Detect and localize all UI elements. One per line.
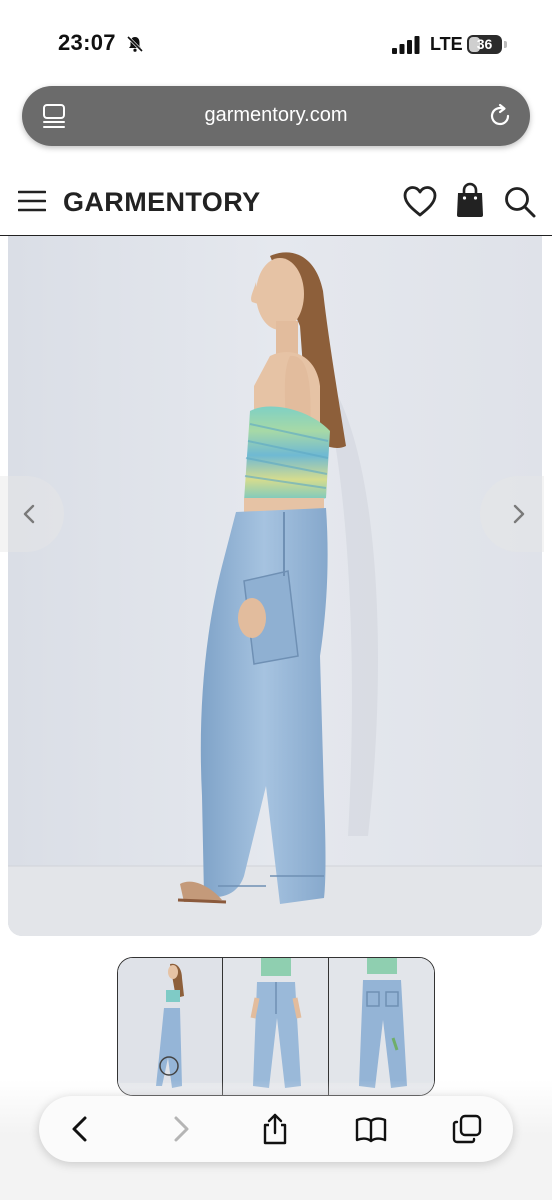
battery-cap — [504, 41, 507, 48]
product-image[interactable] — [8, 236, 542, 936]
thumbnail-3[interactable] — [328, 958, 434, 1095]
chevron-left-icon — [23, 504, 35, 524]
page: 23:07 LTE 36 garmentory.com GARMENTORY — [0, 0, 552, 1200]
site-header: GARMENTORY — [0, 170, 552, 236]
address-bar[interactable]: garmentory.com — [22, 86, 530, 146]
menu-icon[interactable] — [18, 188, 46, 214]
thumbnail-1-image — [118, 958, 223, 1095]
url-text[interactable]: garmentory.com — [22, 104, 530, 127]
thumbnail-2[interactable] — [223, 958, 329, 1095]
product-photo — [8, 236, 542, 936]
signal-icon — [392, 36, 420, 54]
network-label: LTE — [430, 34, 463, 54]
bookmarks-icon[interactable] — [355, 1113, 387, 1145]
thumbnail-strip — [117, 957, 435, 1096]
status-bar: 23:07 LTE 36 — [0, 0, 552, 80]
battery-indicator: 36 — [467, 35, 507, 55]
bag-icon[interactable] — [455, 182, 485, 218]
thumbnail-1[interactable] — [118, 958, 224, 1095]
heart-icon[interactable] — [402, 184, 438, 218]
forward-icon[interactable] — [164, 1113, 196, 1145]
search-icon[interactable] — [503, 185, 537, 219]
bell-muted-icon — [126, 35, 144, 53]
browser-toolbar — [39, 1096, 513, 1162]
chevron-right-icon — [513, 504, 525, 524]
thumbnail-2-image — [223, 958, 328, 1095]
battery-level: 36 — [476, 36, 493, 52]
tabs-icon[interactable] — [451, 1113, 483, 1145]
brand-logo[interactable]: GARMENTORY — [63, 187, 261, 218]
share-icon[interactable] — [259, 1113, 291, 1145]
reload-icon[interactable] — [487, 103, 513, 129]
back-icon[interactable] — [65, 1113, 97, 1145]
thumbnail-3-image — [328, 958, 434, 1095]
status-time: 23:07 — [58, 30, 116, 55]
